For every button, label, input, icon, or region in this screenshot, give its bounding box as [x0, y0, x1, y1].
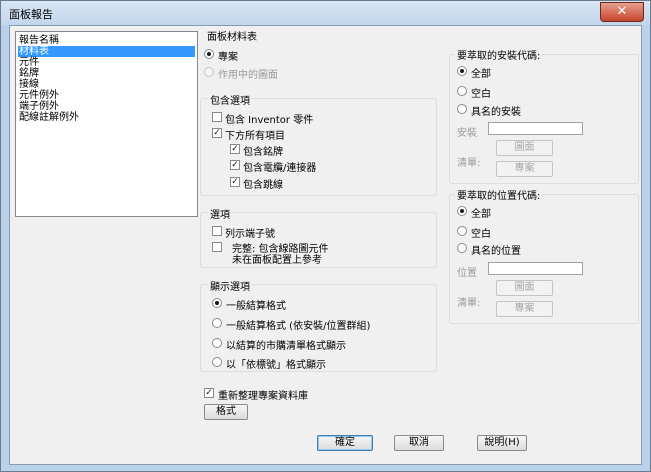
include-options-title: 包含選項 — [208, 92, 252, 107]
refresh-database-label: 重新整理專案資料庫 — [218, 391, 308, 402]
installation-codes-title: 要萃取的安裝代碼: — [455, 47, 543, 62]
general-grouped-format-label: 一般結算格式 (依安裝/位置群組) — [226, 321, 371, 332]
help-button[interactable]: 說明(H) — [477, 435, 527, 451]
general-format-radio[interactable] — [212, 298, 222, 308]
list-item-component-exceptions[interactable]: 元件例外 — [18, 90, 195, 101]
list-item-terminal-exceptions[interactable]: 端子例外 — [18, 101, 195, 112]
terminal-numbers-label: 列示端子號 — [225, 229, 275, 240]
report-list[interactable]: 報告名稱 材料表 元件 銘牌 接線 元件例外 端子例外 配線註解例外 — [15, 31, 198, 217]
install-named-radio[interactable] — [457, 104, 467, 114]
include-connector-checkbox[interactable]: ✓ — [230, 160, 240, 170]
list-item-wiring[interactable]: 接線 — [18, 79, 195, 90]
install-named-label: 具名的安裝 — [471, 107, 521, 118]
install-blank-radio[interactable] — [457, 86, 467, 96]
general-grouped-format-radio[interactable] — [212, 318, 222, 328]
close-button[interactable]: ✕ — [600, 2, 644, 22]
include-inventor-checkbox[interactable] — [212, 112, 222, 122]
cancel-button[interactable]: 取消 — [394, 435, 444, 451]
location-blank-label: 空白 — [471, 229, 491, 240]
by-tag-format-label: 以「依標號」格式顯示 — [226, 360, 326, 371]
list-item-wire-annotation-exceptions[interactable]: 配線註解例外 — [18, 112, 195, 123]
refresh-database-checkbox[interactable]: ✓ — [204, 388, 214, 398]
list-item-bom[interactable]: 材料表 — [18, 46, 195, 57]
location-field-label: 位置 — [457, 268, 477, 279]
purchase-list-format-label: 以結算的市購清單格式顯示 — [226, 341, 346, 352]
complete-label-line2: 未在面板配置上參考 — [232, 255, 322, 266]
all-items-label: 下方所有項目 — [225, 131, 285, 142]
project-label: 專案 — [218, 52, 238, 63]
location-codes-title: 要萃取的位置代碼: — [455, 187, 543, 202]
window-title: 面板報告 — [9, 8, 53, 21]
location-all-radio[interactable] — [457, 206, 467, 216]
location-list-label: 清單: — [457, 298, 481, 309]
include-nameplate-checkbox[interactable]: ✓ — [230, 144, 240, 154]
include-jumper-label: 包含跳線 — [243, 180, 283, 191]
active-drawing-label: 作用中的圖面 — [218, 70, 278, 81]
terminal-numbers-checkbox[interactable] — [212, 226, 222, 236]
install-field-label: 安裝 — [457, 128, 477, 139]
format-button[interactable]: 格式 — [204, 404, 248, 420]
display-options-title: 顯示選項 — [208, 278, 252, 293]
complete-checkbox[interactable] — [212, 242, 222, 252]
include-nameplate-label: 包含銘牌 — [243, 147, 283, 158]
include-connector-label: 包含電纜/連接器 — [243, 163, 317, 174]
install-project-button[interactable]: 專案 — [496, 161, 553, 177]
dialog-window: 面板報告 ✕ 報告名稱 材料表 元件 銘牌 接線 元件例外 端子例外 配線註解例… — [0, 0, 651, 472]
location-input[interactable] — [488, 262, 583, 275]
list-item-nameplate[interactable]: 銘牌 — [18, 68, 195, 79]
options-title: 選項 — [208, 206, 232, 221]
location-project-button[interactable]: 專案 — [496, 301, 553, 317]
ok-button[interactable]: 確定 — [317, 435, 373, 451]
install-list-label: 清單: — [457, 158, 481, 169]
location-all-label: 全部 — [471, 209, 491, 220]
location-named-radio[interactable] — [457, 243, 467, 253]
location-named-label: 具名的位置 — [471, 246, 521, 257]
location-blank-radio[interactable] — [457, 226, 467, 236]
install-all-radio[interactable] — [457, 66, 467, 76]
include-jumper-checkbox[interactable]: ✓ — [230, 177, 240, 187]
list-item-report-name[interactable]: 報告名稱 — [18, 35, 195, 46]
purchase-list-format-radio[interactable] — [212, 338, 222, 348]
include-inventor-label: 包含 Inventor 零件 — [225, 115, 314, 126]
install-all-label: 全部 — [471, 69, 491, 80]
project-radio[interactable] — [204, 49, 214, 59]
list-item-components[interactable]: 元件 — [18, 57, 195, 68]
all-items-checkbox[interactable]: ✓ — [212, 128, 222, 138]
by-tag-format-radio[interactable] — [212, 357, 222, 367]
title-bar[interactable]: 面板報告 ✕ — [1, 1, 650, 25]
active-drawing-radio[interactable] — [204, 67, 214, 77]
bom-section-label: 面板材料表 — [207, 32, 257, 43]
general-format-label: 一般結算格式 — [226, 301, 286, 312]
install-blank-label: 空白 — [471, 89, 491, 100]
location-drawing-button[interactable]: 圖面 — [496, 280, 553, 296]
install-drawing-button[interactable]: 圖面 — [496, 140, 553, 156]
install-input[interactable] — [488, 122, 583, 135]
dialog-client: 報告名稱 材料表 元件 銘牌 接線 元件例外 端子例外 配線註解例外 面板材料表… — [9, 25, 642, 465]
